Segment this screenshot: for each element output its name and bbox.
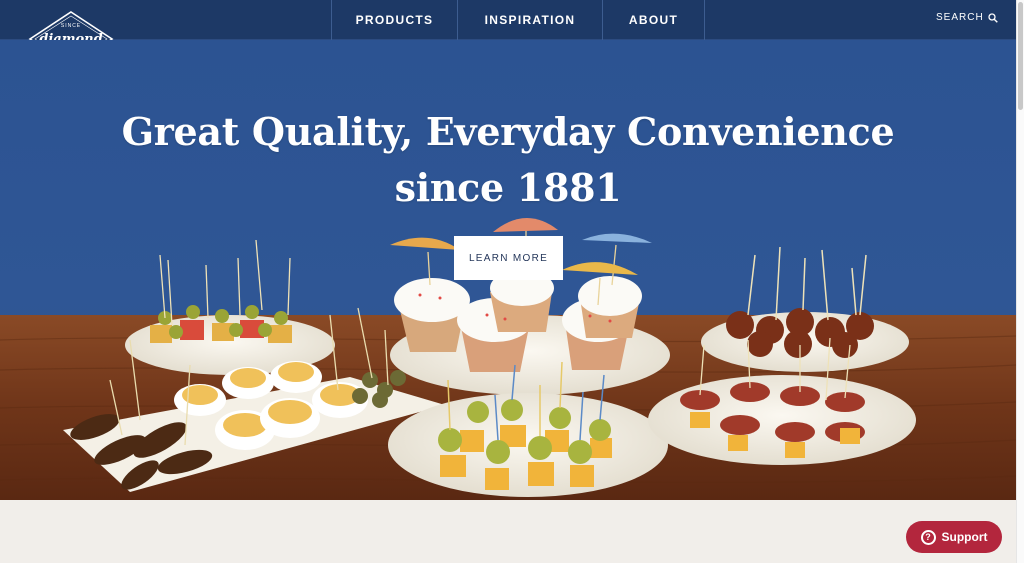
nav-item-products[interactable]: PRODUCTS bbox=[331, 0, 457, 40]
nav-item-inspiration[interactable]: INSPIRATION bbox=[457, 0, 602, 40]
hero-headline-line2: since 1881 bbox=[394, 165, 622, 210]
content-section bbox=[0, 500, 1016, 563]
hero-headline: Great Quality, Everyday Convenience sinc… bbox=[0, 104, 1016, 216]
search-icon bbox=[988, 12, 998, 23]
page-scrollbar[interactable] bbox=[1016, 0, 1024, 563]
hero-banner: Great Quality, Everyday Convenience sinc… bbox=[0, 40, 1016, 500]
logo-since: SINCE bbox=[61, 23, 81, 29]
site-header: SINCE diamond 1881 PRODUCTS INSPIRATION … bbox=[0, 0, 1016, 67]
scrollbar-thumb[interactable] bbox=[1018, 2, 1023, 110]
learn-more-button[interactable]: LEARN MORE bbox=[454, 236, 563, 280]
search-button[interactable]: SEARCH bbox=[936, 12, 998, 23]
main-nav: PRODUCTS INSPIRATION ABOUT bbox=[331, 0, 705, 40]
nav-item-about[interactable]: ABOUT bbox=[602, 0, 705, 40]
hero-headline-line1: Great Quality, Everyday Convenience bbox=[121, 109, 895, 154]
support-label: Support bbox=[941, 530, 988, 544]
help-icon: ? bbox=[920, 529, 936, 545]
support-button[interactable]: ? Support bbox=[906, 521, 1002, 553]
search-label: SEARCH bbox=[936, 12, 984, 23]
